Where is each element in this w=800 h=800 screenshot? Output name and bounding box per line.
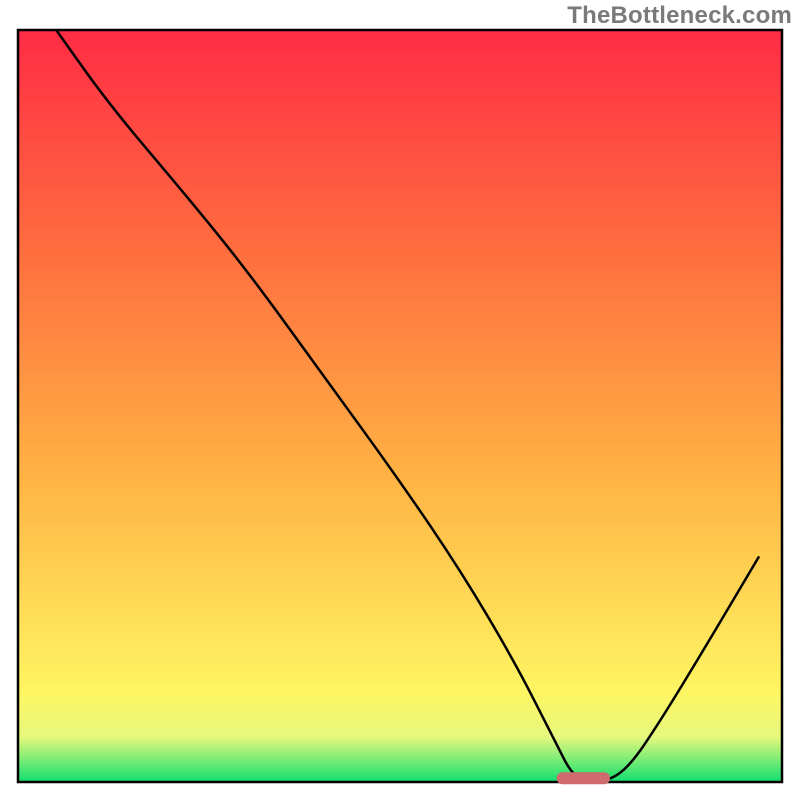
plot-area bbox=[18, 30, 782, 782]
optimum-marker bbox=[557, 772, 610, 784]
bottleneck-chart bbox=[0, 0, 800, 800]
chart-stage: TheBottleneck.com bbox=[0, 0, 800, 800]
